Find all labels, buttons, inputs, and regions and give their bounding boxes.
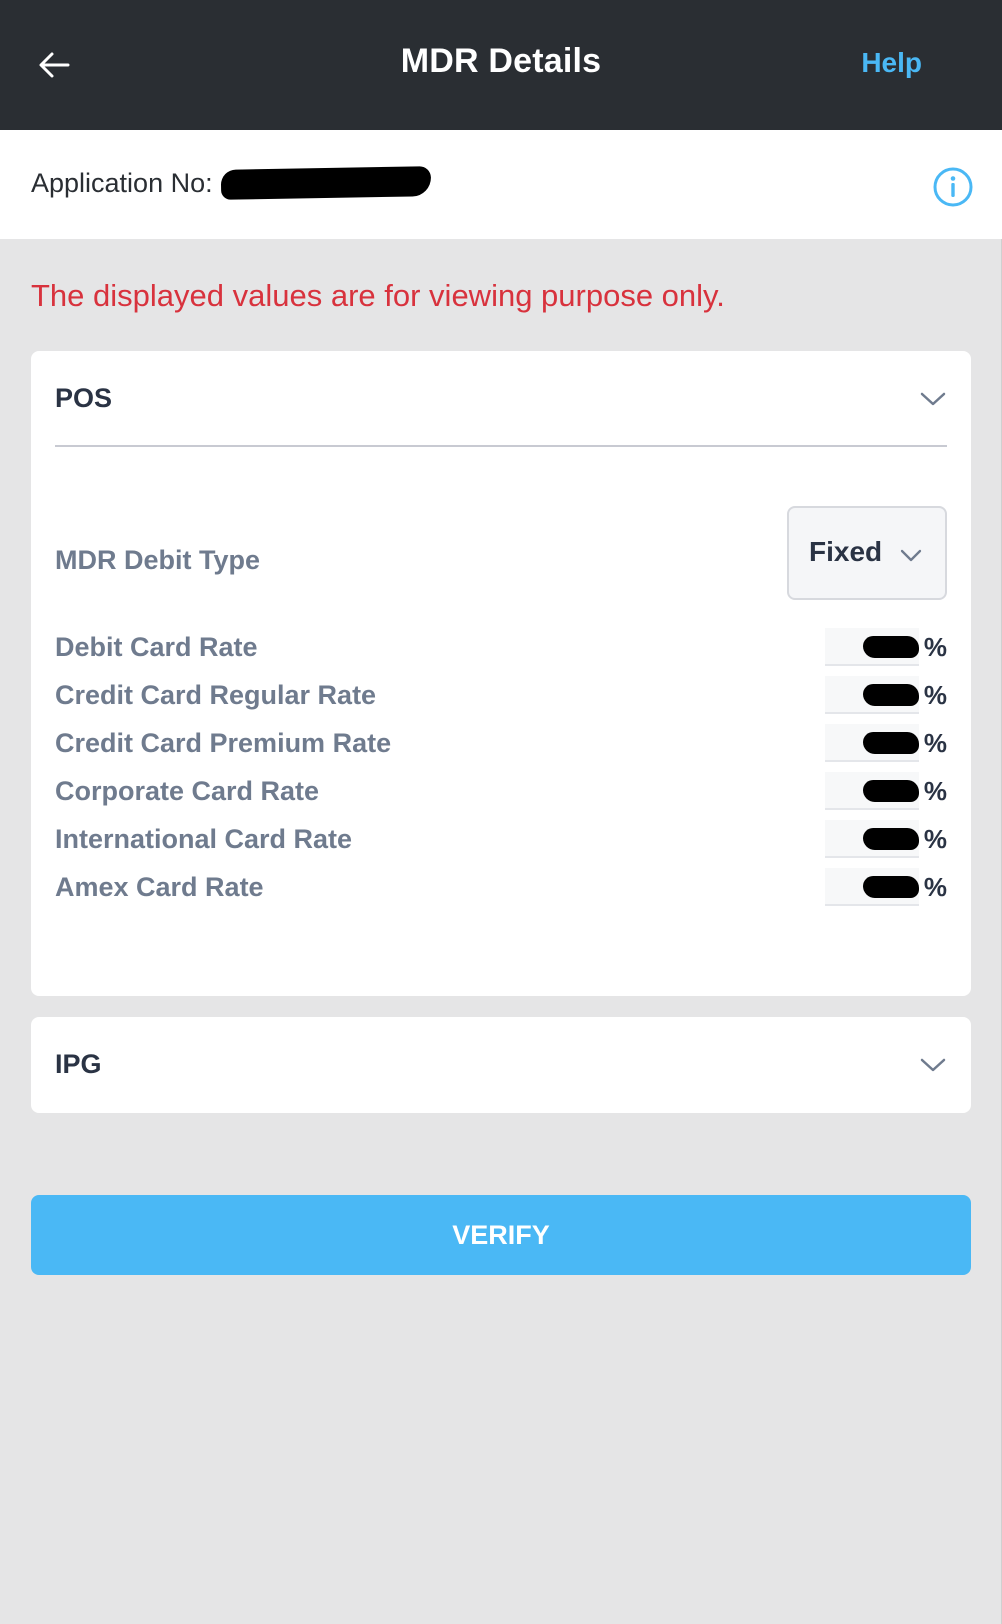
- redacted-value: [863, 636, 919, 658]
- application-number-label: Application No:: [31, 168, 213, 198]
- info-button[interactable]: [932, 166, 974, 208]
- redacted-value: [863, 732, 919, 754]
- rate-row-debit-card: Debit Card Rate %: [55, 628, 947, 668]
- rate-row-credit-card-premium: Credit Card Premium Rate %: [55, 724, 947, 764]
- mdr-debit-type-label: MDR Debit Type: [55, 545, 261, 575]
- pos-section-title: POS: [55, 383, 113, 413]
- percent-unit: %: [923, 824, 947, 854]
- redacted-value: [863, 780, 919, 802]
- ipg-section: IPG: [31, 1017, 971, 1113]
- percent-unit: %: [923, 728, 947, 758]
- redacted-value: [863, 828, 919, 850]
- rate-label: International Card Rate: [55, 824, 353, 854]
- debit-card-rate-input[interactable]: [825, 628, 919, 666]
- corporate-card-rate-input[interactable]: [825, 772, 919, 810]
- view-only-notice: The displayed values are for viewing pur…: [31, 278, 725, 313]
- pos-section-header[interactable]: POS: [55, 351, 947, 447]
- chevron-down-icon: [919, 1055, 947, 1075]
- rate-label: Debit Card Rate: [55, 632, 258, 662]
- application-number: Application No:: [31, 166, 431, 200]
- mdr-debit-type-select[interactable]: Fixed: [787, 506, 947, 600]
- international-card-rate-input[interactable]: [825, 820, 919, 858]
- section-divider: [55, 445, 947, 447]
- mdr-debit-type-value: Fixed: [809, 536, 883, 567]
- rate-row-amex-card: Amex Card Rate %: [55, 868, 947, 908]
- application-bar: Application No:: [0, 130, 1002, 239]
- credit-card-premium-rate-input[interactable]: [825, 724, 919, 762]
- help-link[interactable]: Help: [861, 47, 922, 79]
- rate-row-credit-card-regular: Credit Card Regular Rate %: [55, 676, 947, 716]
- mdr-details-screen: MDR Details Help Application No: The dis…: [0, 0, 1002, 1624]
- rate-label: Credit Card Premium Rate: [55, 728, 392, 758]
- verify-button[interactable]: VERIFY: [31, 1195, 971, 1275]
- redacted-value: [863, 876, 919, 898]
- percent-unit: %: [923, 680, 947, 710]
- rate-row-corporate-card: Corporate Card Rate %: [55, 772, 947, 812]
- percent-unit: %: [923, 776, 947, 806]
- page-title: MDR Details: [400, 42, 602, 80]
- chevron-down-icon: [919, 389, 947, 409]
- rate-label: Corporate Card Rate: [55, 776, 320, 806]
- application-number-redacted: [220, 166, 431, 200]
- percent-unit: %: [923, 632, 947, 662]
- rate-label: Amex Card Rate: [55, 872, 264, 902]
- rate-label: Credit Card Regular Rate: [55, 680, 377, 710]
- pos-section: POS MDR Debit Type Fixed Debit Card Rate…: [31, 351, 971, 996]
- amex-card-rate-input[interactable]: [825, 868, 919, 906]
- rate-row-international-card: International Card Rate %: [55, 820, 947, 860]
- ipg-section-header[interactable]: IPG: [55, 1017, 947, 1113]
- info-circle-icon: [933, 167, 973, 207]
- chevron-down-icon: [899, 546, 923, 564]
- redacted-value: [863, 684, 919, 706]
- app-header: MDR Details Help: [0, 0, 1002, 130]
- credit-card-regular-rate-input[interactable]: [825, 676, 919, 714]
- ipg-section-title: IPG: [55, 1049, 102, 1079]
- percent-unit: %: [923, 872, 947, 902]
